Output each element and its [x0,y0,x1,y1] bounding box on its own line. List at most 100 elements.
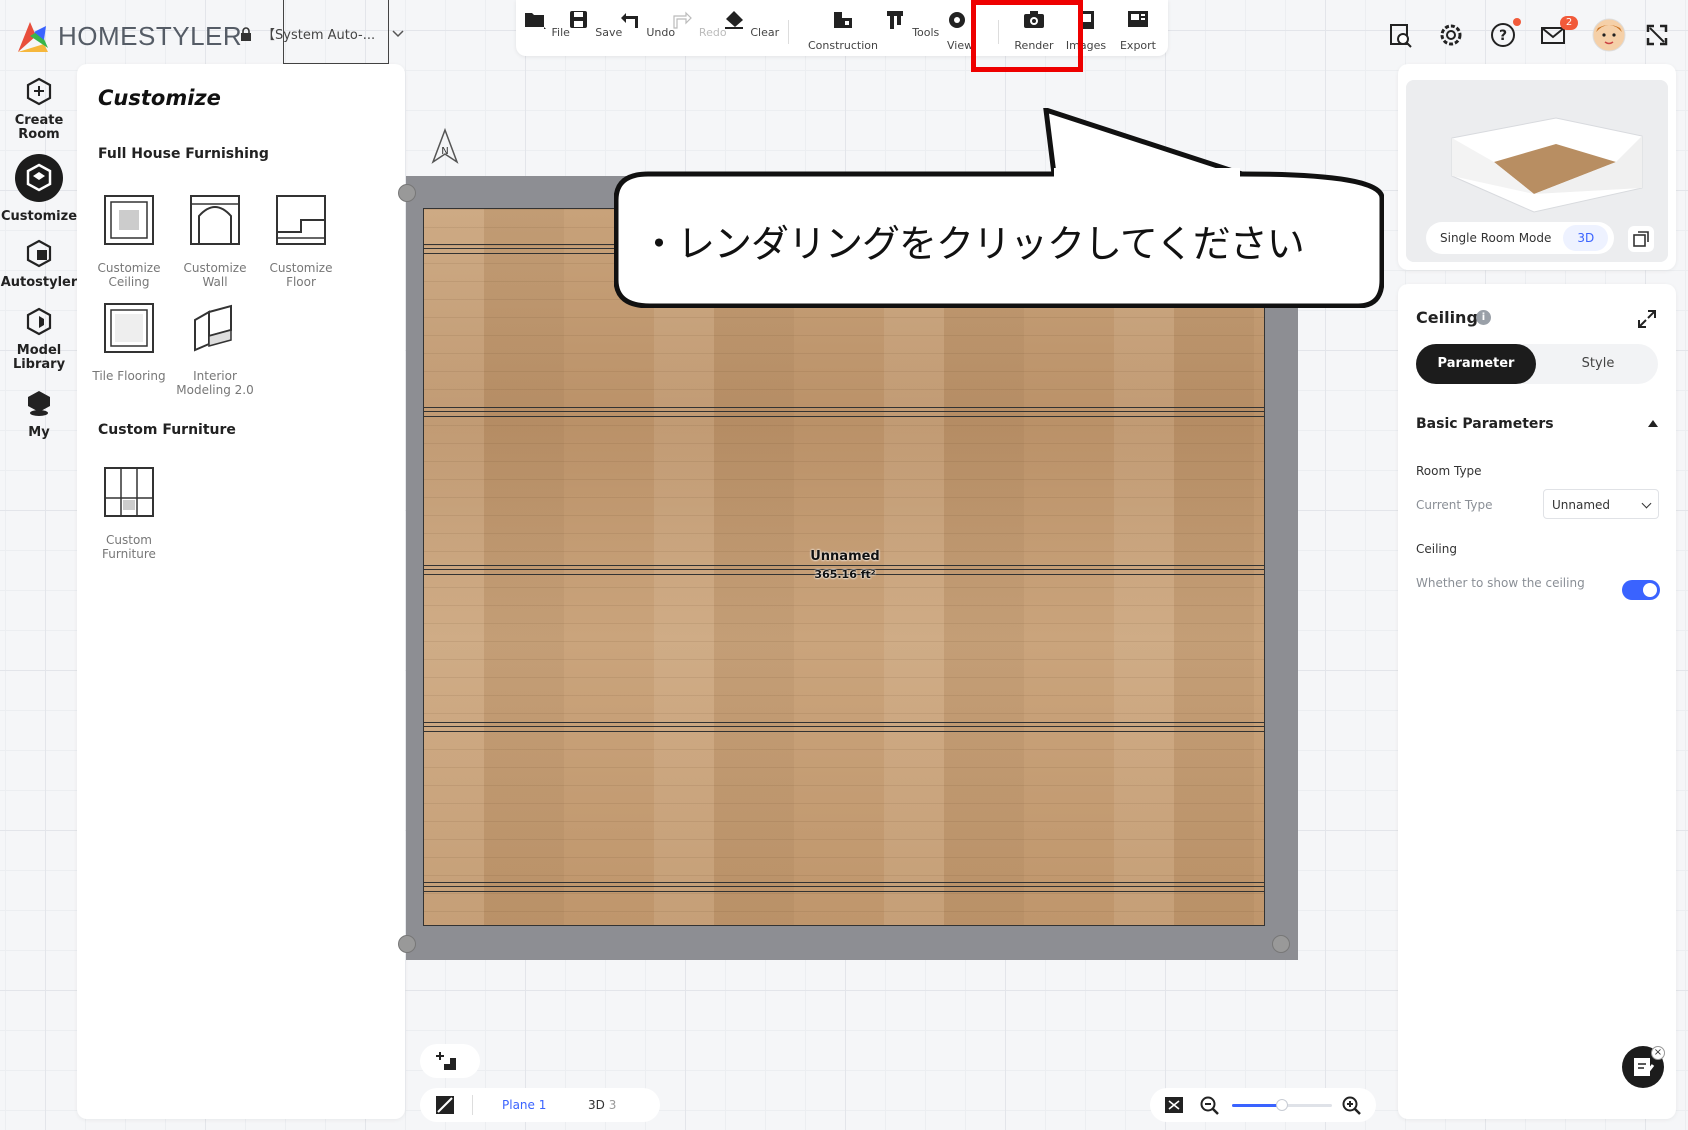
lock-icon [241,26,251,41]
my-icon [28,391,50,416]
room-type-select[interactable]: Unnamed [1543,489,1659,519]
show-ceiling-toggle[interactable] [1622,580,1660,600]
rail-label: My [28,425,50,440]
properties-tabs: Parameter Style [1416,344,1658,384]
tab-style[interactable]: Style [1538,344,1658,384]
fit-view-icon[interactable] [1164,1096,1184,1114]
construction-button[interactable]: Construction [803,8,883,52]
view-3d-button[interactable]: 3D [1563,225,1609,251]
tile-custom-furniture[interactable]: Custom Furniture [87,464,171,561]
zoom-slider-fill [1232,1104,1282,1107]
current-type-label: Current Type [1416,498,1493,512]
save-button[interactable]: Save [564,8,624,39]
plane-view-button[interactable]: Plane 1 [502,1098,546,1112]
export-icon [1128,11,1148,27]
popout-icon[interactable] [1628,226,1654,252]
expand-icon[interactable] [1636,308,1658,330]
rail-item-autostyler[interactable]: Autostyler [0,238,78,290]
wall-corner-handle[interactable] [1272,935,1290,953]
collapse-caret-icon[interactable] [1648,420,1658,427]
rail-item-customize[interactable]: Customize [0,154,78,224]
tile-label: Modeling 2.0 [176,383,254,397]
room-area-label: 365.16 ft² [814,568,876,581]
room-name-label[interactable]: Unnamed [760,549,930,564]
rail-label: Room [18,127,60,142]
fullscreen-icon[interactable] [1642,20,1672,50]
settings-gear-icon[interactable] [1436,20,1466,50]
rail-label: Customize [0,209,78,224]
save-icon [569,11,587,28]
zoom-slider[interactable] [1232,1099,1332,1111]
tile-label: Ceiling [108,275,150,289]
tile-tile-flooring[interactable]: Tile Flooring [87,300,171,383]
svg-text:?: ? [1499,28,1507,44]
rail-item-my[interactable]: My [0,388,78,440]
single-room-mode-toggle[interactable]: Single Room Mode 3D [1426,222,1615,254]
tools-button[interactable]: Tools [881,8,941,39]
section-title: Custom Furniture [98,422,236,438]
construction-label: Construction [807,39,879,52]
threed-view-button[interactable]: 3D 3 [588,1098,616,1112]
brand-name: HOMESTYLER [58,20,243,51]
clear-button[interactable]: Clear [720,8,780,39]
zoom-out-icon[interactable] [1200,1096,1220,1116]
svg-text:N: N [441,146,448,157]
stairs-icon [436,1052,456,1070]
redo-button[interactable]: Redo [668,8,728,39]
floor-seam [423,882,1265,892]
tile-interior-modeling[interactable]: Interior Modeling 2.0 [173,300,257,397]
rail-item-create-room[interactable]: Create Room [0,76,78,142]
tile-label: Customize [97,261,161,275]
wall-corner-handle[interactable] [398,184,416,202]
tools-icon [886,11,903,29]
zoom-in-icon[interactable] [1342,1096,1362,1116]
export-label: Export [1119,39,1156,52]
floor-icon [276,195,326,245]
clear-label: Clear [750,26,780,39]
instruction-callout [614,108,1384,308]
room-preview-panel: Single Room Mode 3D [1398,64,1676,270]
tile-label: Tile Flooring [92,369,166,383]
tile-label: Furniture [102,547,156,561]
autostyler-icon [26,239,52,268]
interior-modeling-icon [194,304,232,352]
rail-label: Autostyler [0,275,78,290]
hatch-toggle-icon[interactable] [434,1094,458,1116]
toolbar-divider [788,20,789,44]
chevron-down-icon [1641,498,1652,509]
undo-button[interactable]: Undo [616,8,676,39]
render-highlight-box [971,0,1083,72]
plane-label: Plane [502,1098,535,1112]
wall-corner-handle[interactable] [398,935,416,953]
zoom-slider-handle[interactable] [1276,1099,1288,1111]
construction-icon [834,12,852,28]
threed-shortcut: 3 [608,1098,617,1112]
tile-label: Custom [106,533,152,547]
eraser-icon [724,11,743,29]
tile-customize-floor[interactable]: Customize Floor [259,192,343,289]
homestyler-logo[interactable]: HOMESTYLER [16,18,242,54]
close-icon[interactable]: × [1651,1046,1665,1060]
add-floor-button[interactable] [420,1044,480,1078]
wall-icon [190,195,240,245]
rail-item-model-library[interactable]: Model Library [0,306,78,372]
view-mode-bar: Plane 1 3D 3 [420,1088,660,1122]
redo-icon [673,11,693,29]
zoom-controls [1150,1088,1376,1122]
catalog-search-icon[interactable] [1386,20,1416,50]
export-button[interactable]: Export [1108,8,1168,52]
show-ceiling-label: Whether to show the ceiling [1416,576,1585,590]
info-icon[interactable]: i [1476,310,1491,325]
chevron-down-icon [392,29,404,37]
basic-parameters-header[interactable]: Basic Parameters [1416,416,1554,432]
eye-icon [949,12,965,28]
tile-label: Floor [286,275,316,289]
tile-customize-ceiling[interactable]: Customize Ceiling [87,192,171,289]
user-avatar[interactable] [1592,18,1626,52]
tile-label: Customize [269,261,333,275]
tab-parameter[interactable]: Parameter [1416,344,1536,384]
tile-customize-wall[interactable]: Customize Wall [173,192,257,289]
floor-seam [423,722,1265,732]
homestyler-logo-icon [18,22,48,52]
divider [472,1095,473,1115]
